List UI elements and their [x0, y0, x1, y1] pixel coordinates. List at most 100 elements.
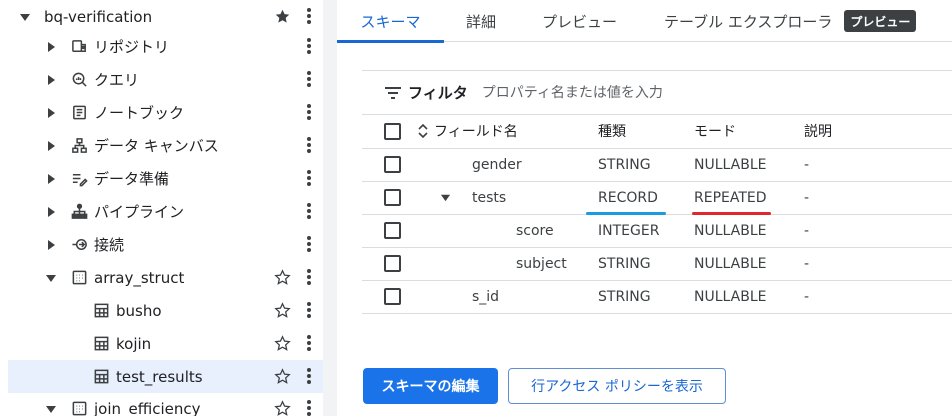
tree-item-label: クエリ: [94, 71, 140, 89]
field-type: INTEGER: [598, 214, 694, 248]
filter-bar: フィルタ: [362, 71, 952, 115]
caret-right-icon[interactable]: [44, 205, 58, 219]
table-icon: [92, 302, 110, 320]
query-icon: [70, 71, 88, 89]
caret-down-icon[interactable]: [44, 271, 58, 285]
field-name: tests: [472, 189, 507, 206]
caret-down-icon[interactable]: [44, 402, 58, 416]
more-vert-icon[interactable]: [305, 399, 313, 416]
caret-right-icon[interactable]: [44, 106, 58, 120]
more-vert-icon[interactable]: [305, 169, 313, 187]
tab-details[interactable]: 詳細: [466, 0, 496, 42]
tree-item-connection[interactable]: 接続: [8, 228, 323, 261]
caret-right-icon[interactable]: [44, 73, 58, 87]
table-row: s_id STRING NULLABLE -: [362, 280, 952, 314]
row-checkbox[interactable]: [384, 222, 401, 239]
field-type: RECORD: [586, 189, 666, 215]
caret-right-icon[interactable]: [44, 238, 58, 252]
tree-item-query[interactable]: クエリ: [8, 63, 323, 96]
more-vert-icon[interactable]: [305, 202, 313, 220]
connection-icon: [70, 236, 88, 254]
tree-item-table-busho[interactable]: busho: [8, 294, 323, 327]
field-mode: REPEATED: [692, 189, 771, 215]
caret-right-icon[interactable]: [44, 139, 58, 153]
edit-schema-button[interactable]: スキーマの編集: [363, 368, 498, 404]
tree-item-data-canvas[interactable]: データ キャンバス: [8, 129, 323, 162]
tree-item-label: array_struct: [94, 268, 185, 287]
schema-table: フィールド名 種類 モード 説明 gender STRING NULLABLE …: [362, 115, 952, 314]
row-checkbox[interactable]: [384, 156, 401, 173]
row-checkbox[interactable]: [384, 255, 401, 272]
field-type: STRING: [598, 280, 694, 314]
dataset-icon: [70, 400, 88, 416]
more-vert-icon[interactable]: [305, 7, 313, 25]
tree-item-dataset-array-struct[interactable]: array_struct: [8, 261, 323, 294]
repository-icon: [70, 38, 88, 56]
tree-item-label: test_results: [116, 367, 203, 386]
field-mode: NULLABLE: [694, 148, 804, 182]
field-description: -: [804, 214, 952, 248]
filter-icon[interactable]: [384, 86, 402, 100]
more-vert-icon[interactable]: [305, 301, 313, 319]
tree-item-notebook[interactable]: ノートブック: [8, 96, 323, 129]
explorer-panel: bq-verification リポジトリ クエリ ノートブック データ キャン…: [0, 0, 323, 416]
tree-item-repository[interactable]: リポジトリ: [8, 30, 323, 63]
more-vert-icon[interactable]: [305, 367, 313, 385]
field-mode: NULLABLE: [694, 214, 804, 248]
field-mode: NULLABLE: [694, 280, 804, 314]
tree-item-label: データ キャンバス: [94, 137, 219, 155]
tab-table-explorer[interactable]: テーブル エクスプローラ プレビュー: [664, 0, 917, 42]
more-vert-icon[interactable]: [305, 268, 313, 286]
field-description: -: [804, 280, 952, 314]
preview-badge: プレビュー: [844, 10, 917, 32]
star-filled-icon[interactable]: [273, 7, 291, 25]
tree-item-data-preparation[interactable]: データ準備: [8, 162, 323, 195]
header-description: 説明: [804, 115, 952, 149]
star-outline-icon[interactable]: [273, 367, 291, 385]
field-name: gender: [472, 156, 522, 173]
field-description: -: [804, 247, 952, 281]
notebook-icon: [70, 104, 88, 122]
tree-item-dataset-join-efficiency[interactable]: join_efficiency: [8, 392, 323, 416]
tab-label: プレビュー: [542, 12, 618, 31]
tree-item-project[interactable]: bq-verification: [8, 0, 323, 33]
more-vert-icon[interactable]: [305, 136, 313, 154]
panel-divider[interactable]: [323, 0, 337, 416]
star-outline-icon[interactable]: [273, 268, 291, 286]
field-description: -: [804, 181, 952, 215]
pipeline-icon: [70, 203, 88, 221]
header-field-name[interactable]: フィールド名: [418, 115, 598, 149]
table-row: score INTEGER NULLABLE -: [362, 214, 952, 248]
tab-schema[interactable]: スキーマ: [337, 0, 444, 43]
row-checkbox[interactable]: [384, 288, 401, 305]
star-outline-icon[interactable]: [273, 334, 291, 352]
schema-panel: フィルタ フィールド名 種類 モード 説明 gender: [362, 70, 952, 314]
more-vert-icon[interactable]: [305, 70, 313, 88]
star-outline-icon[interactable]: [273, 301, 291, 319]
view-row-access-policy-button[interactable]: 行アクセス ポリシーを表示: [508, 368, 726, 404]
caret-right-icon[interactable]: [44, 172, 58, 186]
tree-item-table-kojin[interactable]: kojin: [8, 327, 323, 360]
more-vert-icon[interactable]: [305, 37, 313, 55]
more-vert-icon[interactable]: [305, 103, 313, 121]
field-name: s_id: [472, 288, 500, 305]
tree-item-label: ノートブック: [94, 104, 185, 122]
table-row: subject STRING NULLABLE -: [362, 247, 952, 281]
tab-preview[interactable]: プレビュー: [542, 0, 617, 42]
table-row: gender STRING NULLABLE -: [362, 148, 952, 182]
tree-item-table-test-results[interactable]: test_results: [8, 360, 323, 393]
tab-label: スキーマ: [360, 12, 421, 31]
more-vert-icon[interactable]: [305, 334, 313, 352]
collapse-caret-icon[interactable]: [438, 191, 452, 205]
more-vert-icon[interactable]: [305, 235, 313, 253]
table-icon: [92, 368, 110, 386]
sort-icon[interactable]: [416, 123, 430, 139]
row-checkbox[interactable]: [384, 189, 401, 206]
field-name: subject: [516, 255, 567, 272]
filter-input[interactable]: [481, 84, 882, 101]
star-outline-icon[interactable]: [273, 399, 291, 416]
select-all-checkbox[interactable]: [384, 122, 401, 140]
caret-right-icon[interactable]: [44, 40, 58, 54]
tree-item-pipeline[interactable]: パイプライン: [8, 195, 323, 228]
caret-down-icon[interactable]: [18, 10, 32, 24]
